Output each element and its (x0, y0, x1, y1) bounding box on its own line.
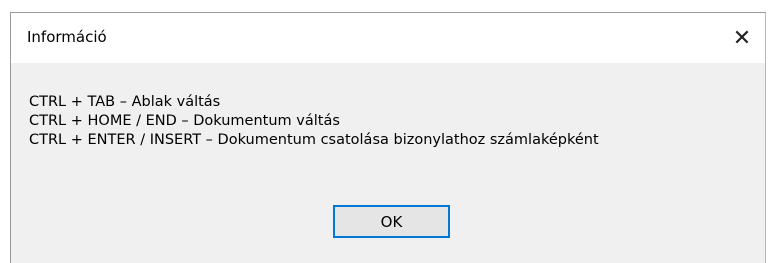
dialog-body: CTRL + TAB – Ablak váltás CTRL + HOME / … (11, 63, 765, 263)
close-button[interactable]: ✕ (719, 13, 765, 63)
close-icon: ✕ (732, 25, 752, 51)
message-line-ctrl-tab: CTRL + TAB – Ablak váltás (29, 94, 221, 110)
info-dialog: Információ ✕ CTRL + TAB – Ablak váltás C… (10, 12, 766, 263)
message-list: CTRL + TAB – Ablak váltás CTRL + HOME / … (29, 93, 599, 150)
ok-button[interactable]: OK (333, 205, 450, 238)
message-line-ctrl-enter-insert: CTRL + ENTER / INSERT – Dokumentum csato… (29, 132, 599, 148)
message-line-ctrl-home-end: CTRL + HOME / END – Dokumentum váltás (29, 113, 340, 129)
dialog-titlebar: Információ ✕ (11, 13, 765, 63)
dialog-title: Információ (27, 28, 107, 46)
